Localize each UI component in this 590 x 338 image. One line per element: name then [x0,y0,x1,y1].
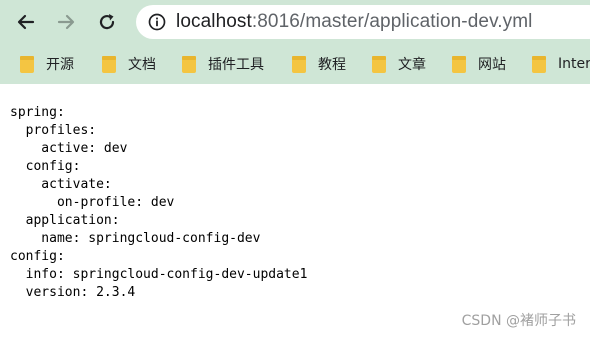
bookmark-label: 网站 [478,57,506,73]
forward-button[interactable] [52,8,80,36]
code-line: config: [10,159,81,174]
address-bar[interactable]: localhost:8016/master/application-dev.ym… [136,5,590,39]
watermark: CSDN @褚师子书 [461,313,576,329]
code-line: config: [10,249,65,264]
code-line: version: 2.3.4 [10,285,136,300]
code-line: activate: [10,177,112,192]
bookmark-label: 教程 [318,57,346,73]
back-button[interactable] [12,8,40,36]
bookmark-label: Inter [558,56,590,72]
bookmark-folder-5[interactable]: 文章 [372,54,426,74]
code-line: spring: [10,105,65,120]
url-text[interactable]: localhost:8016/master/application-dev.ym… [176,11,532,33]
bookmark-folder-6[interactable]: 网站 [452,54,506,74]
folder-icon [532,55,546,73]
bookmarks-bar: 开源 文档 插件工具 教程 文章 网站 Inter [0,44,590,84]
code-line: active: dev [10,141,128,156]
folder-icon [372,55,386,73]
code-line: profiles: [10,123,97,138]
reload-button[interactable] [93,8,121,36]
arrow-right-icon [57,14,75,30]
bookmark-label: 文章 [398,57,426,73]
bookmark-folder-7[interactable]: Inter [532,54,590,74]
code-line: on-profile: dev [10,195,175,210]
folder-icon [452,55,466,73]
page-content: spring: profiles: active: dev config: ac… [0,84,590,338]
folder-icon [20,55,34,73]
bookmark-label: 文档 [128,57,156,73]
bookmark-folder-3[interactable]: 插件工具 [182,54,264,74]
url-path: :8016/master/application-dev.yml [251,11,533,32]
bookmark-label: 插件工具 [208,57,264,73]
code-line: name: springcloud-config-dev [10,231,261,246]
reload-icon [99,14,115,30]
info-icon[interactable] [148,13,166,31]
code-line: info: springcloud-config-dev-update1 [10,267,308,282]
bookmark-label: 开源 [46,57,74,73]
bookmark-folder-4[interactable]: 教程 [292,54,346,74]
bookmark-folder-2[interactable]: 文档 [102,54,156,74]
code-line: application: [10,213,120,228]
yaml-content: spring: profiles: active: dev config: ac… [10,104,307,302]
bookmark-folder-1[interactable]: 开源 [20,54,74,74]
browser-toolbar: localhost:8016/master/application-dev.ym… [0,0,590,44]
folder-icon [292,55,306,73]
url-host: localhost [176,11,252,32]
folder-icon [182,55,196,73]
folder-icon [102,55,116,73]
arrow-left-icon [17,14,35,30]
